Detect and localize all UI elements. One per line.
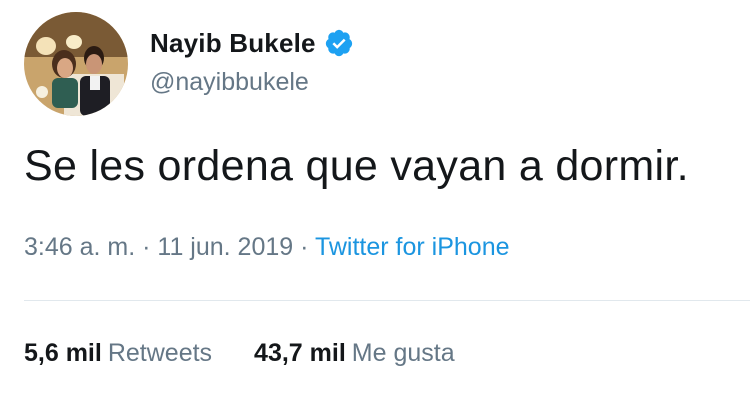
tweet-source-link[interactable]: Twitter for iPhone <box>315 233 510 261</box>
tweet-card: Nayib Bukele @nayibbukele Se les ordena … <box>0 0 750 404</box>
tweet-meta: 3:46 a. m. · 11 jun. 2019 · Twitter for … <box>24 233 510 262</box>
verified-badge-icon <box>324 28 354 58</box>
divider <box>24 300 750 301</box>
author-name-row: Nayib Bukele <box>150 26 354 60</box>
profile-avatar[interactable] <box>24 12 128 116</box>
author-display-name[interactable]: Nayib Bukele <box>150 28 316 59</box>
tweet-date[interactable]: 11 jun. 2019 <box>157 233 293 261</box>
avatar-photo <box>24 12 128 116</box>
tweet-time[interactable]: 3:46 a. m. <box>24 233 135 261</box>
retweets-stat[interactable]: 5,6 mil Retweets <box>24 339 212 368</box>
tweet-stats: 5,6 mil Retweets 43,7 mil Me gusta <box>24 339 455 368</box>
retweets-label: Retweets <box>107 339 213 367</box>
retweets-count: 5,6 mil <box>24 339 102 367</box>
author-handle[interactable]: @nayibbukele <box>150 68 309 97</box>
likes-label: Me gusta <box>351 339 455 367</box>
likes-stat[interactable]: 43,7 mil Me gusta <box>254 339 455 368</box>
likes-count: 43,7 mil <box>254 339 346 367</box>
meta-separator: · <box>300 233 315 261</box>
meta-separator: · <box>142 233 158 261</box>
tweet-text: Se les ordena que vayan a dormir. <box>24 142 689 190</box>
